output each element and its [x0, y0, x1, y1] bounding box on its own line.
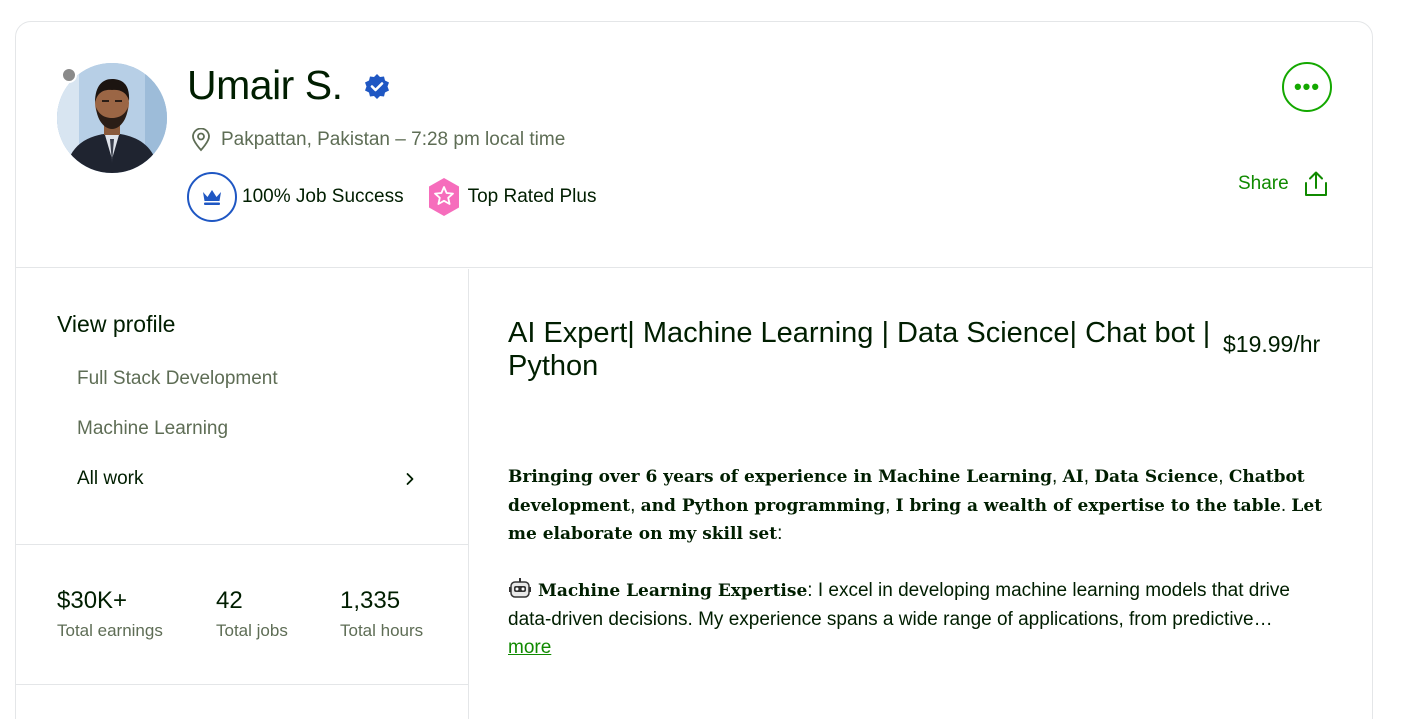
desc-bold: AI: [1062, 467, 1084, 487]
stat-value: 1,335: [340, 587, 401, 614]
specialized-profile-full-stack[interactable]: Full Stack Development: [77, 368, 278, 390]
more-dots-icon: •••: [1293, 74, 1321, 99]
desc-bold: Bringing over 6 years of experience in M…: [508, 467, 1052, 487]
profile-main: AI Expert| Machine Learning | Data Scien…: [470, 269, 1372, 719]
verified-badge-icon: [365, 74, 389, 99]
desc-bold: Data Science: [1094, 467, 1219, 487]
crown-icon: [203, 190, 221, 205]
freelancer-name: Umair S.: [187, 62, 343, 108]
location-row: Pakpattan, Pakistan – 7:28 pm local time: [191, 128, 565, 152]
top-rated-label: Top Rated Plus: [467, 186, 597, 207]
online-status-dot: [61, 67, 77, 83]
job-success-badge[interactable]: [187, 172, 237, 222]
stat-label: Total hours: [340, 621, 424, 640]
desc-bullet-title: Machine Learning Expertise: [538, 581, 808, 601]
chevron-right-icon: [406, 473, 414, 485]
all-work-label: All work: [77, 468, 144, 489]
stat-label: Total earnings: [57, 621, 163, 640]
sidebar-divider: [16, 544, 469, 545]
all-work-link[interactable]: All work: [77, 468, 417, 490]
stat-total-hours: 1,335 Total hours: [340, 587, 423, 641]
desc-bold: I bring a wealth of expertise to the tab…: [895, 495, 1281, 516]
stat-total-jobs: 42 Total jobs: [216, 587, 288, 641]
location-text: Pakpattan, Pakistan – 7:28 pm local time: [221, 129, 566, 150]
star-badge-icon[interactable]: [426, 177, 462, 217]
hourly-rate: $19.99/hr: [1223, 331, 1321, 357]
robot-icon: [509, 578, 531, 598]
more-options-button[interactable]: •••: [1282, 62, 1332, 112]
view-profile-heading: View profile: [57, 311, 176, 337]
profile-card: Umair S. Pakpattan, Pakistan – 7:28 pm l…: [15, 21, 1373, 719]
share-button[interactable]: Share: [1238, 170, 1329, 198]
share-label: Share: [1238, 173, 1289, 194]
profile-sidebar: View profile Full Stack Development Mach…: [16, 269, 469, 719]
stat-value: $30K+: [57, 587, 128, 614]
profile-header: Umair S. Pakpattan, Pakistan – 7:28 pm l…: [16, 22, 1372, 268]
desc-bold: and Python programming: [640, 495, 886, 516]
stat-value: 42: [216, 587, 243, 614]
location-pin-icon: [192, 128, 210, 152]
more-link[interactable]: more: [508, 637, 551, 658]
job-success-label: 100% Job Success: [242, 186, 404, 207]
profile-title: AI Expert| Machine Learning | Data Scien…: [508, 317, 1211, 382]
share-icon: [1304, 171, 1327, 196]
badges-row: 100% Job Success Top Rated Plus: [187, 172, 596, 222]
sidebar-divider: [16, 684, 469, 685]
stat-label: Total jobs: [216, 621, 288, 640]
specialized-profile-machine-learning[interactable]: Machine Learning: [77, 418, 228, 440]
stat-total-earnings: $30K+ Total earnings: [57, 587, 163, 641]
profile-description: Bringing over 6 years of experience in M…: [508, 466, 1323, 658]
